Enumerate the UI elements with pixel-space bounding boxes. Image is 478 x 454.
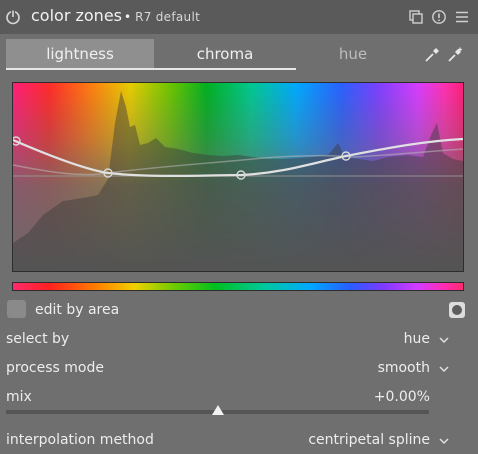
presets-menu-icon[interactable] [454, 9, 470, 25]
edit-by-area-row: edit by area [0, 300, 478, 324]
chevron-down-icon[interactable] [439, 436, 449, 446]
hue-reference-bar [12, 282, 464, 291]
instance-dot: • [124, 10, 132, 24]
power-icon[interactable] [5, 9, 21, 25]
channel-tabs: lightness chroma hue [6, 39, 470, 70]
edit-by-area-label: edit by area [35, 302, 120, 318]
color-zones-graph[interactable] [12, 82, 464, 272]
tab-hue[interactable]: hue [296, 39, 410, 69]
chevron-down-icon[interactable] [439, 364, 449, 374]
module-name: color zones [31, 6, 122, 25]
tab-lightness[interactable]: lightness [6, 39, 154, 69]
color-picker-plus-icon[interactable] [447, 47, 463, 63]
tab-underline [6, 68, 296, 70]
mix-slider[interactable]: mix +0.00% [0, 387, 478, 411]
module-title: color zones • R7 default [31, 6, 200, 25]
mix-slider-thumb[interactable] [210, 404, 226, 416]
preset-label: R7 default [135, 10, 201, 24]
reset-icon[interactable] [431, 9, 447, 25]
tab-chroma[interactable]: chroma [154, 39, 296, 69]
color-picker-icon[interactable] [424, 47, 440, 63]
process-mode-combobox[interactable]: process mode smooth [0, 358, 478, 382]
interpolation-value[interactable]: centripetal spline [308, 432, 430, 448]
multi-instance-icon[interactable] [408, 9, 424, 25]
module-header: color zones • R7 default [0, 0, 478, 34]
select-by-value[interactable]: hue [404, 331, 430, 347]
mix-label: mix [6, 389, 32, 405]
curve-canvas[interactable] [13, 83, 463, 271]
edit-area-mask-icon[interactable] [449, 302, 465, 318]
process-mode-label: process mode [6, 360, 104, 376]
select-by-label: select by [6, 331, 70, 347]
process-mode-value[interactable]: smooth [378, 360, 430, 376]
select-by-combobox[interactable]: select by hue [0, 329, 478, 353]
interpolation-label: interpolation method [6, 432, 154, 448]
interpolation-method-combobox[interactable]: interpolation method centripetal spline [0, 430, 478, 454]
mix-value[interactable]: +0.00% [374, 389, 430, 405]
chevron-down-icon[interactable] [439, 335, 449, 345]
